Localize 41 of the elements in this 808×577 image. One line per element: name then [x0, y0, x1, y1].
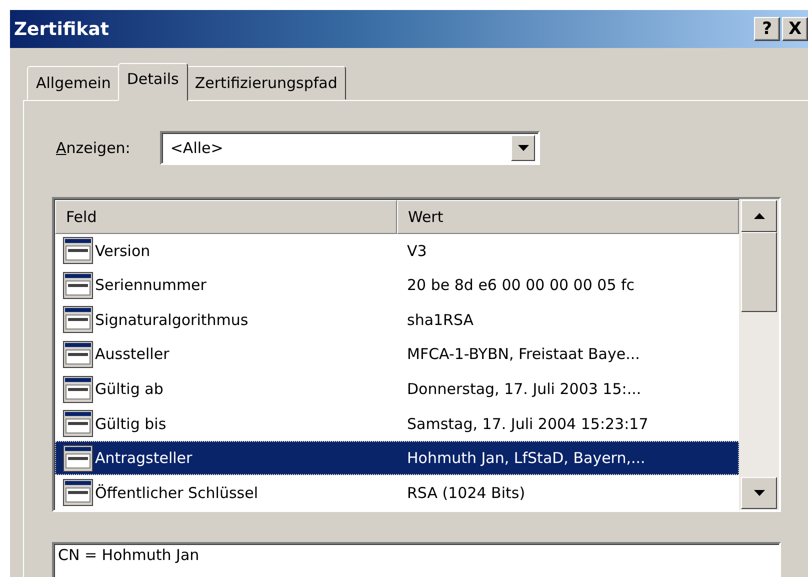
field-name: Öffentlicher Schlüssel [95, 484, 258, 502]
list-row[interactable]: Antragsteller Hohmuth Jan, LfStaD, Bayern,... [55, 440, 739, 476]
dropdown-arrow-icon [518, 145, 529, 151]
title-bar-button[interactable]: X [782, 17, 808, 41]
show-label: Anzeigen: [56, 139, 130, 157]
field-icon [63, 376, 93, 403]
scrollbar-thumb[interactable] [741, 232, 777, 312]
column-header[interactable]: Feld [55, 200, 397, 234]
field-name: Signaturalgorithmus [95, 310, 248, 329]
field-icon [63, 306, 93, 334]
field-icon [63, 479, 93, 506]
field-name: Aussteller [95, 345, 170, 364]
window-title: Zertifikat [14, 18, 109, 40]
field-value: MFCA-1-BYBN, Freistaat Baye... [407, 345, 640, 364]
scrollbar[interactable] [739, 199, 779, 510]
field-name: Gültig bis [95, 414, 166, 433]
field-value: Samstag, 17. Juli 2004 15:23:17 [407, 414, 648, 433]
field-value: 20 be 8d e6 00 00 00 00 05 fc [407, 276, 635, 294]
field-value: RSA (1024 Bits) [407, 484, 526, 502]
column-header[interactable]: Wert [397, 200, 739, 234]
field-icon [63, 410, 93, 438]
field-icon [63, 237, 93, 264]
scroll-up-icon [754, 213, 764, 219]
field-name: Gültig ab [95, 380, 164, 398]
tab[interactable]: Details [118, 63, 188, 101]
field-name: Seriennummer [95, 276, 206, 294]
field-value: Donnerstag, 17. Juli 2003 15:... [407, 380, 642, 398]
tab[interactable]: Zertifizierungspfad [186, 66, 346, 100]
field-icon [63, 272, 93, 299]
field-value: Hohmuth Jan, LfStaD, Bayern,... [407, 449, 646, 468]
field-name: Version [95, 242, 150, 260]
detail-field[interactable]: CN = Hohmuth Jan [52, 542, 781, 577]
field-value: V3 [407, 242, 427, 260]
field-value: sha1RSA [407, 310, 474, 329]
field-icon [63, 444, 93, 472]
title-bar-button[interactable]: ? [754, 17, 780, 41]
field-icon [63, 340, 93, 368]
scroll-down-icon [754, 490, 764, 496]
show-dropdown[interactable]: <Alle> [160, 131, 540, 165]
field-name: Antragsteller [95, 449, 192, 468]
tab[interactable]: Allgemein [27, 66, 120, 100]
